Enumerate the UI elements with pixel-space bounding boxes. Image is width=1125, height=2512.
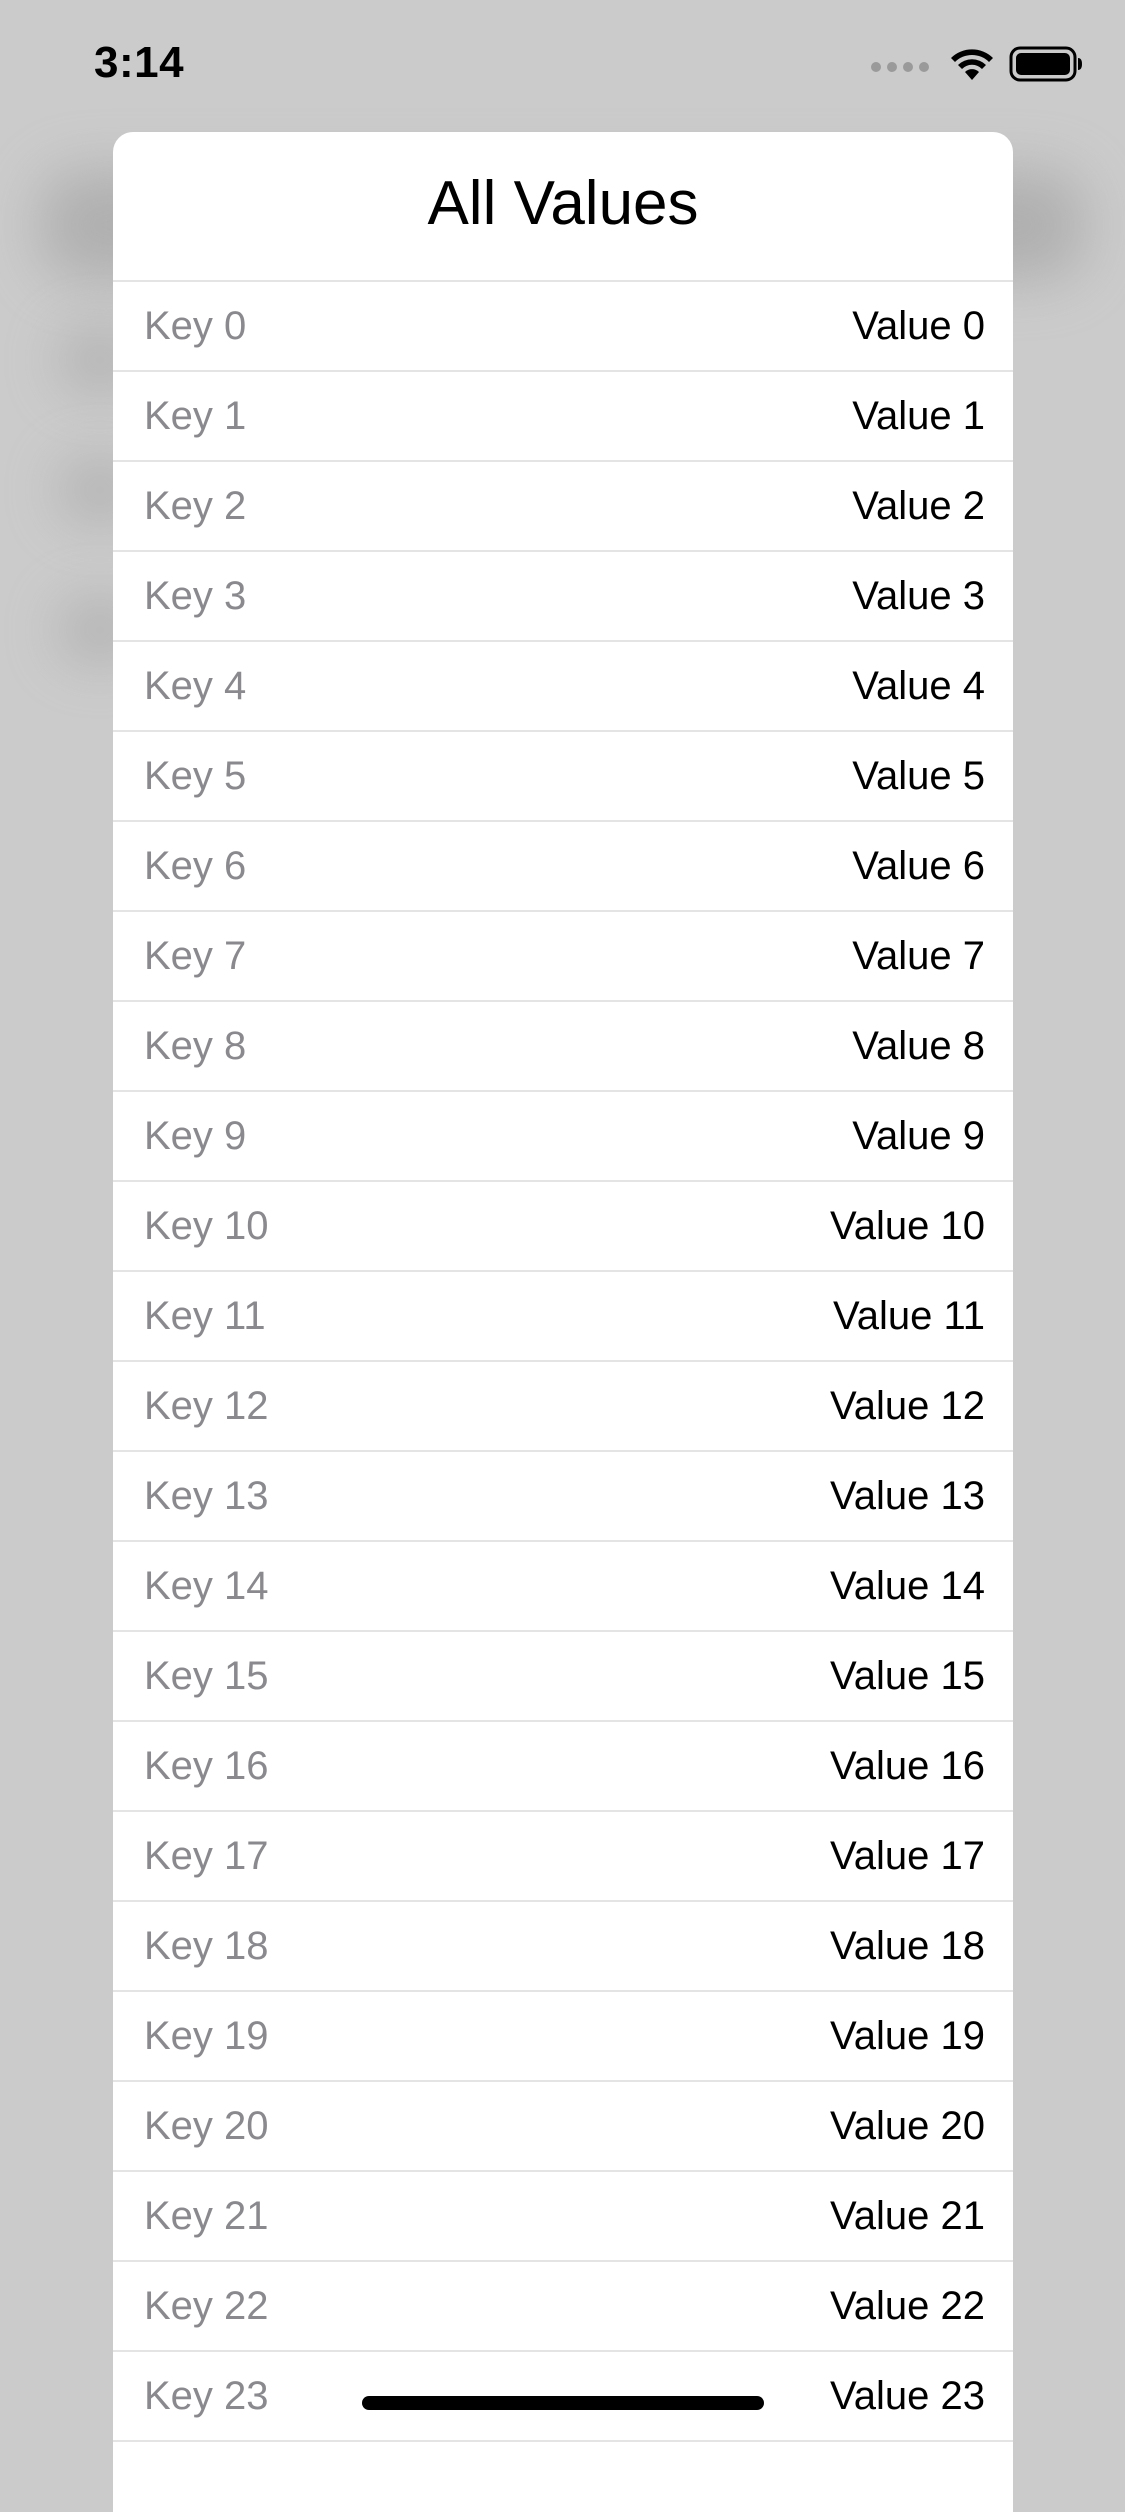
status-time: 3:14 [94, 38, 185, 87]
row-value-label: Value 17 [830, 1833, 985, 1878]
status-icons [871, 46, 1083, 87]
list-item[interactable]: Key 18 Value 18 [113, 1902, 1013, 1992]
list-item[interactable]: Key 5 Value 5 [113, 732, 1013, 822]
row-key-label: Key 12 [144, 1383, 269, 1428]
cellular-signal-icon [871, 61, 929, 72]
row-value-label: Value 6 [852, 843, 985, 888]
row-value-label: Value 20 [830, 2103, 985, 2148]
row-key-label: Key 10 [144, 1203, 269, 1248]
row-value-label: Value 12 [830, 1383, 985, 1428]
list-item[interactable]: Key 16 Value 16 [113, 1722, 1013, 1812]
list-item[interactable]: Key 11 Value 11 [113, 1272, 1013, 1362]
row-value-label: Value 16 [830, 1743, 985, 1788]
row-key-label: Key 6 [144, 843, 247, 888]
list-item[interactable]: Key 22 Value 22 [113, 2262, 1013, 2352]
row-key-label: Key 5 [144, 753, 247, 798]
home-indicator[interactable] [362, 2396, 764, 2410]
row-value-label: Value 11 [833, 1293, 985, 1338]
row-key-label: Key 19 [144, 2013, 269, 2058]
list-item[interactable]: Key 20 Value 20 [113, 2082, 1013, 2172]
row-key-label: Key 18 [144, 1923, 269, 1968]
list-item[interactable]: Key 9 Value 9 [113, 1092, 1013, 1182]
row-key-label: Key 3 [144, 573, 247, 618]
row-key-label: Key 11 [144, 1293, 266, 1338]
list-item[interactable]: Key 19 Value 19 [113, 1992, 1013, 2082]
row-value-label: Value 8 [852, 1023, 985, 1068]
row-key-label: Key 8 [144, 1023, 247, 1068]
row-key-label: Key 23 [144, 2373, 269, 2418]
list-item[interactable]: Key 3 Value 3 [113, 552, 1013, 642]
list-item[interactable]: Key 12 Value 12 [113, 1362, 1013, 1452]
row-key-label: Key 1 [144, 393, 247, 438]
row-value-label: Value 19 [830, 2013, 985, 2058]
all-values-sheet: All Values Key 0 Value 0 Key 1 Value 1 Key 2… [113, 132, 1013, 2512]
row-value-label: Value 22 [830, 2283, 985, 2328]
row-value-label: Value 9 [852, 1113, 985, 1158]
list-item[interactable]: Key 2 Value 2 [113, 462, 1013, 552]
list-item[interactable]: Key 0 Value 0 [113, 282, 1013, 372]
row-value-label: Value 14 [830, 1563, 985, 1608]
row-value-label: Value 1 [852, 393, 985, 438]
row-value-label: Value 23 [830, 2373, 985, 2418]
row-value-label: Value 18 [830, 1923, 985, 1968]
row-key-label: Key 9 [144, 1113, 247, 1158]
list-item[interactable]: Key 17 Value 17 [113, 1812, 1013, 1902]
row-value-label: Value 5 [852, 753, 985, 798]
row-key-label: Key 21 [144, 2193, 269, 2238]
row-key-label: Key 20 [144, 2103, 269, 2148]
row-value-label: Value 7 [852, 933, 985, 978]
list-item[interactable]: Key 10 Value 10 [113, 1182, 1013, 1272]
list-item[interactable]: Key 6 Value 6 [113, 822, 1013, 912]
row-key-label: Key 17 [144, 1833, 269, 1878]
list-item[interactable]: Key 21 Value 21 [113, 2172, 1013, 2262]
status-bar: 3:14 [0, 0, 1125, 132]
list-item[interactable]: Key 8 Value 8 [113, 1002, 1013, 1092]
list-item[interactable]: Key 4 Value 4 [113, 642, 1013, 732]
row-value-label: Value 15 [830, 1653, 985, 1698]
list-item[interactable]: Key 14 Value 14 [113, 1542, 1013, 1632]
row-value-label: Value 2 [852, 483, 985, 528]
sheet-header: All Values [113, 132, 1013, 282]
row-key-label: Key 15 [144, 1653, 269, 1698]
row-value-label: Value 3 [852, 573, 985, 618]
battery-icon [1009, 46, 1083, 87]
list-item[interactable]: Key 7 Value 7 [113, 912, 1013, 1002]
row-key-label: Key 7 [144, 933, 247, 978]
row-value-label: Value 4 [852, 663, 985, 708]
list-item[interactable]: Key 1 Value 1 [113, 372, 1013, 462]
list-item[interactable]: Key 15 Value 15 [113, 1632, 1013, 1722]
row-value-label: Value 13 [830, 1473, 985, 1518]
row-value-label: Value 21 [830, 2193, 985, 2238]
sheet-title: All Values [427, 168, 699, 238]
list-item[interactable]: Key 13 Value 13 [113, 1452, 1013, 1542]
row-key-label: Key 16 [144, 1743, 269, 1788]
values-list[interactable]: Key 0 Value 0 Key 1 Value 1 Key 2 Value 2 Key … [113, 282, 1013, 2442]
row-key-label: Key 2 [144, 483, 247, 528]
row-value-label: Value 0 [852, 303, 985, 348]
wifi-icon [949, 47, 995, 86]
row-key-label: Key 13 [144, 1473, 269, 1518]
row-key-label: Key 22 [144, 2283, 269, 2328]
row-key-label: Key 0 [144, 303, 247, 348]
row-key-label: Key 4 [144, 663, 247, 708]
row-value-label: Value 10 [830, 1203, 985, 1248]
row-key-label: Key 14 [144, 1563, 269, 1608]
